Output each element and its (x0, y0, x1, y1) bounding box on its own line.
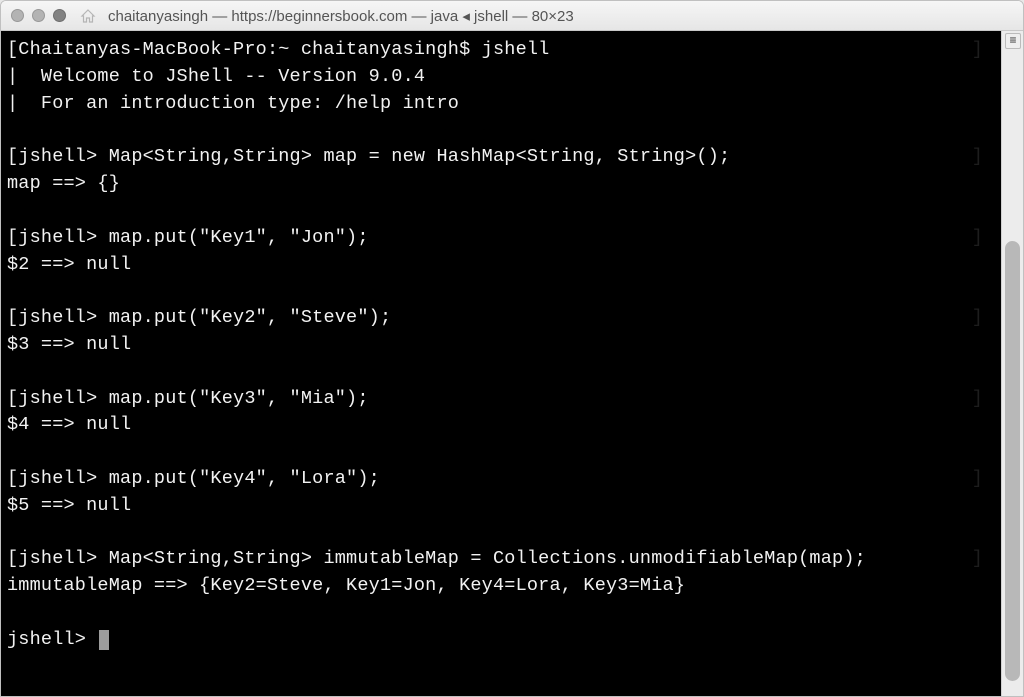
traffic-lights (11, 9, 66, 22)
home-icon (80, 9, 96, 23)
terminal-line (7, 520, 995, 547)
terminal-line: immutableMap ==> {Key2=Steve, Key1=Jon, … (7, 573, 995, 600)
terminal-prompt[interactable]: jshell> (7, 627, 995, 654)
prompt-text: jshell> (7, 629, 97, 650)
terminal-line (7, 439, 995, 466)
terminal-area: [Chaitanyas-MacBook-Pro:~ chaitanyasingh… (1, 31, 1023, 696)
titlebar[interactable]: chaitanyasingh — https://beginnersbook.c… (1, 1, 1023, 31)
maximize-button[interactable] (53, 9, 66, 22)
terminal-line (7, 600, 995, 627)
terminal-line: [jshell> map.put("Key2", "Steve");] (7, 305, 995, 332)
terminal-line: $3 ==> null (7, 332, 995, 359)
cursor (99, 630, 109, 650)
right-gutter: ≡ (1001, 31, 1023, 696)
terminal-line (7, 198, 995, 225)
terminal-line (7, 117, 995, 144)
scrollbar-thumb[interactable] (1005, 241, 1020, 681)
terminal-line: $2 ==> null (7, 252, 995, 279)
terminal-line: [jshell> Map<String,String> immutableMap… (7, 546, 995, 573)
terminal-line (7, 278, 995, 305)
terminal-output[interactable]: [Chaitanyas-MacBook-Pro:~ chaitanyasingh… (1, 31, 1001, 696)
close-button[interactable] (11, 9, 24, 22)
terminal-line: $5 ==> null (7, 493, 995, 520)
menu-icon[interactable]: ≡ (1005, 33, 1021, 49)
terminal-line: $4 ==> null (7, 412, 995, 439)
terminal-window: chaitanyasingh — https://beginnersbook.c… (0, 0, 1024, 697)
minimize-button[interactable] (32, 9, 45, 22)
terminal-line: [jshell> map.put("Key1", "Jon");] (7, 225, 995, 252)
terminal-line: map ==> {} (7, 171, 995, 198)
terminal-line: [jshell> map.put("Key4", "Lora");] (7, 466, 995, 493)
terminal-line (7, 359, 995, 386)
terminal-line: [Chaitanyas-MacBook-Pro:~ chaitanyasingh… (7, 37, 995, 64)
window-title: chaitanyasingh — https://beginnersbook.c… (108, 7, 574, 25)
terminal-line: [jshell> Map<String,String> map = new Ha… (7, 144, 995, 171)
terminal-line: [jshell> map.put("Key3", "Mia");] (7, 386, 995, 413)
terminal-line: | Welcome to JShell -- Version 9.0.4 (7, 64, 995, 91)
terminal-line: | For an introduction type: /help intro (7, 91, 995, 118)
